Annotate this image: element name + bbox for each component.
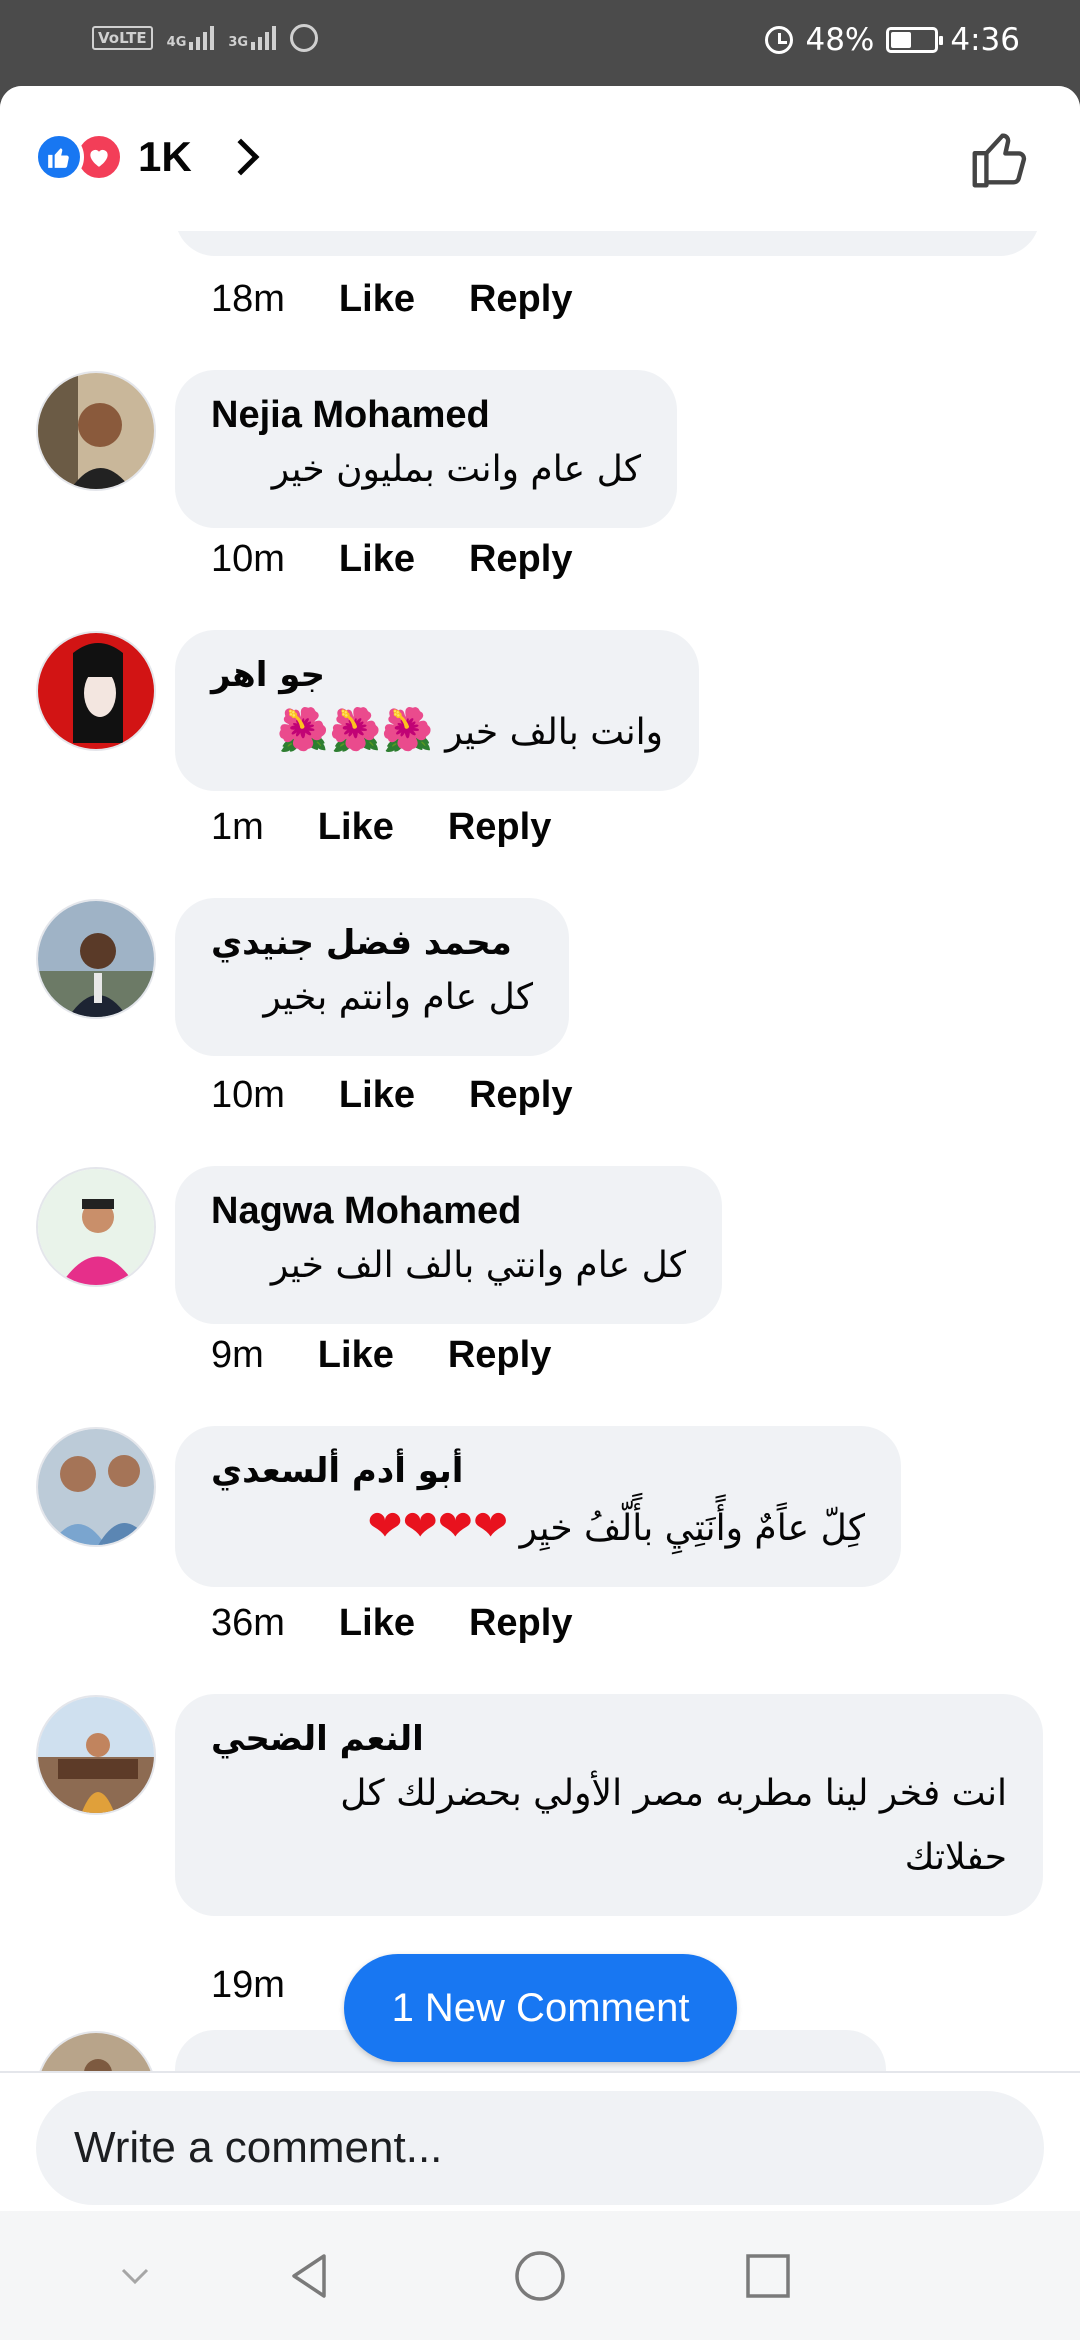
status-right: 48% 4:36	[765, 22, 1020, 58]
comment-author[interactable]: Nagwa Mohamed	[211, 1188, 686, 1234]
back-icon[interactable]	[275, 2241, 345, 2311]
reply-link[interactable]: Reply	[469, 278, 572, 321]
comment-meta: 10m Like Reply	[211, 538, 626, 581]
comment-time: 19m	[211, 1964, 285, 2006]
comment-time: 36m	[211, 1602, 285, 1644]
comment-meta: 1m Like Reply	[211, 806, 605, 849]
collapse-icon[interactable]	[100, 2241, 170, 2311]
comment-composer	[0, 2071, 1080, 2211]
like-link[interactable]: Like	[318, 1334, 394, 1377]
comment-author[interactable]: النعم الضحي	[211, 1716, 1007, 1762]
red-heart-emoji-icon: ❤❤❤❤	[367, 1501, 509, 1550]
new-comment-button[interactable]: 1 New Comment	[344, 1954, 737, 2062]
comment-bubble[interactable]: النعم الضحي انت فخر لينا مطربه مصر الأول…	[175, 1694, 1043, 1916]
reactions-summary[interactable]: 1K	[34, 132, 260, 182]
avatar[interactable]	[36, 899, 156, 1019]
alarm-icon	[765, 26, 794, 54]
recents-icon[interactable]	[733, 2241, 803, 2311]
comment-bubble[interactable]: جو اهر وانت بالف خير 🌺🌺🌺	[175, 630, 699, 791]
reply-link[interactable]: Reply	[448, 1334, 551, 1377]
comment-text-body: وانت بالف خير	[445, 712, 663, 753]
comment-text: انت فخر لينا مطربه مصر الأولي بحضرلك كل …	[211, 1762, 1007, 1890]
comment-bubble[interactable]: أبو أدم ألسعدي كِلّ عاًمٌ وأًنَتِيِ بأًل…	[175, 1426, 901, 1587]
like-link[interactable]: Like	[339, 278, 415, 321]
comment-input[interactable]	[36, 2091, 1044, 2205]
avatar[interactable]	[36, 631, 156, 751]
like-link[interactable]: Like	[318, 806, 394, 849]
hibiscus-emoji-icon: 🌺🌺🌺	[276, 705, 434, 754]
battery-percent: 48%	[805, 22, 875, 58]
avatar[interactable]	[36, 2031, 156, 2071]
home-icon[interactable]	[505, 2241, 575, 2311]
comment-text: وانت بالف خير 🌺🌺🌺	[211, 698, 663, 765]
avatar[interactable]	[36, 1167, 156, 1287]
comment-time: 1m	[211, 806, 264, 848]
comments-sheet: 18m Like Reply Nejia Mohamed كل عام وانت…	[0, 86, 1080, 2340]
comment-text: كِلّ عاًمٌ وأًنَتِيِ بأًلّفُ خيِر ❤❤❤❤	[211, 1494, 865, 1561]
battery-icon	[886, 27, 944, 53]
comment-text-body: كِلّ عاًمٌ وأًنَتِيِ بأًلّفُ خيِر	[519, 1508, 865, 1549]
comment-meta: 10m Like Reply	[211, 1074, 626, 1117]
system-nav-bar	[0, 2211, 1080, 2340]
reply-link[interactable]: Reply	[469, 1602, 572, 1645]
whatsapp-icon	[290, 24, 319, 52]
comment-author[interactable]: محمد فضل جنيدي	[211, 920, 533, 966]
comment-meta: 19m	[211, 1964, 339, 2007]
comments-list[interactable]: 18m Like Reply Nejia Mohamed كل عام وانت…	[0, 86, 1080, 2071]
comment-bubble[interactable]: Nejia Mohamed كل عام وانت بمليون خير	[175, 370, 677, 528]
reactions-header: 1K	[0, 86, 1080, 231]
comment-meta: 36m Like Reply	[211, 1602, 626, 1645]
comment-time: 10m	[211, 1074, 285, 1116]
comment-bubble[interactable]: Nagwa Mohamed كل عام وانتي بالف الف خير	[175, 1166, 722, 1324]
comment-text-line: انت فخر لينا مطربه مصر الأولي بحضرلك كل	[340, 1773, 1007, 1814]
like-link[interactable]: Like	[339, 1074, 415, 1117]
reply-link[interactable]: Reply	[469, 538, 572, 581]
comment-time: 9m	[211, 1334, 264, 1376]
comment-meta-0: 18m Like Reply	[211, 278, 626, 321]
comment-time: 18m	[211, 278, 285, 320]
comment-author[interactable]: جو اهر	[211, 652, 663, 698]
signal-3g-icon: 3G	[228, 26, 277, 50]
status-left: VoLTE 4G 3G	[92, 24, 319, 52]
volte-icon: VoLTE	[92, 26, 153, 50]
comment-meta: 9m Like Reply	[211, 1334, 605, 1377]
avatar[interactable]	[36, 1427, 156, 1547]
signal-4g-icon: 4G	[167, 26, 215, 50]
avatar[interactable]	[36, 371, 156, 491]
comment-author[interactable]: أبو أدم ألسعدي	[211, 1448, 865, 1494]
reaction-count: 1K	[138, 133, 192, 180]
comment-author[interactable]: Nejia Mohamed	[211, 392, 641, 438]
comment-text: كل عام وانت بمليون خير	[271, 449, 641, 490]
thumbs-up-icon[interactable]	[966, 124, 1036, 194]
clock: 4:36	[950, 22, 1020, 58]
like-link[interactable]: Like	[339, 1602, 415, 1645]
comment-bubble[interactable]: محمد فضل جنيدي كل عام وانتم بخير	[175, 898, 569, 1056]
chevron-right-icon[interactable]	[222, 138, 260, 176]
comment-text: كل عام وانتم بخير	[263, 977, 533, 1018]
status-bar: VoLTE 4G 3G 48% 4:36	[0, 0, 1080, 86]
comment-time: 10m	[211, 538, 285, 580]
comment-text: كل عام وانتي بالف الف خير	[270, 1245, 686, 1286]
reply-link[interactable]: Reply	[469, 1074, 572, 1117]
reply-link[interactable]: Reply	[448, 806, 551, 849]
like-reaction-icon	[34, 132, 84, 182]
comment-text-line: حفلاتك	[904, 1837, 1007, 1878]
like-link[interactable]: Like	[339, 538, 415, 581]
avatar[interactable]	[36, 1695, 156, 1815]
